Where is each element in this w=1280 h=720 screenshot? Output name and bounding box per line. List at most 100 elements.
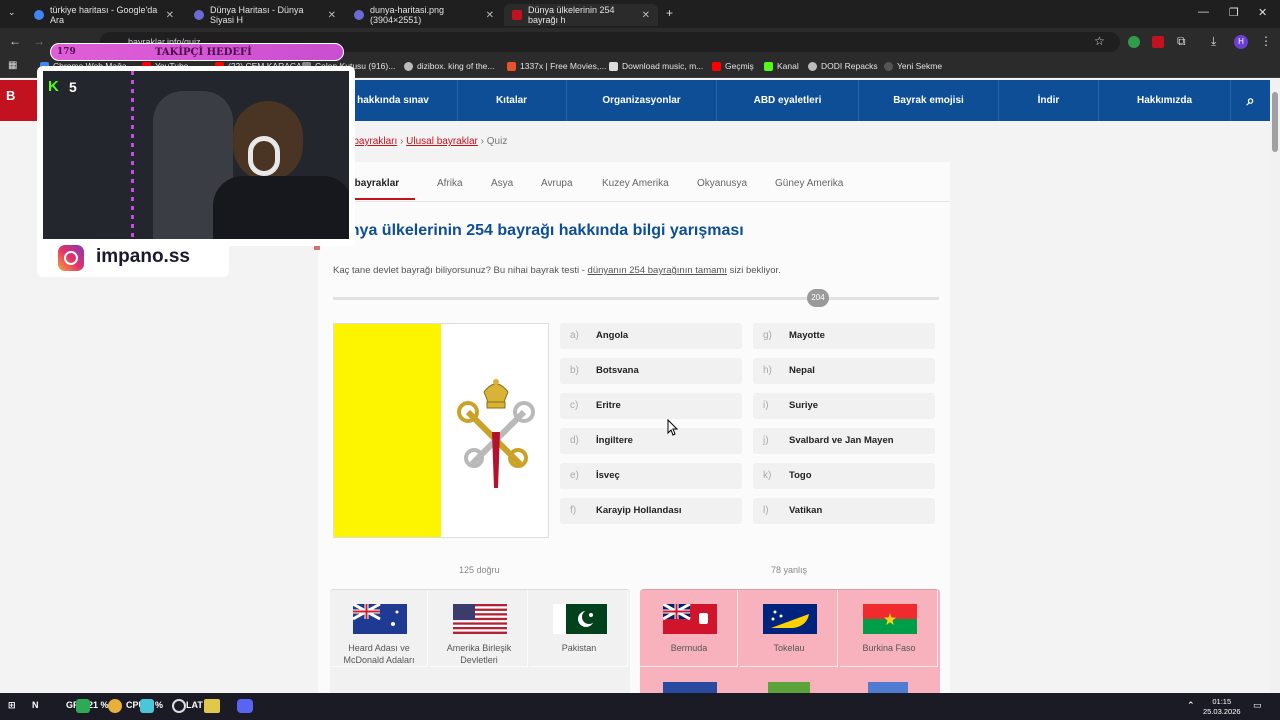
folder-icon[interactable] [204, 699, 220, 713]
scrollbar-thumb[interactable] [1272, 92, 1278, 152]
bookmark-star-icon[interactable]: ☆ [1094, 34, 1105, 48]
flag-partial [868, 682, 908, 693]
tab-flag-quiz[interactable]: Dünya ülkelerinin 254 bayrağı h ✕ [504, 4, 658, 26]
new-tab-icon[interactable]: + [666, 6, 673, 20]
breadcrumb-link-national[interactable]: Ulusal bayraklar [406, 136, 478, 147]
answer-option[interactable]: h) Nepal [753, 358, 935, 384]
option-label: Mayotte [789, 330, 825, 341]
back-icon[interactable]: ← [9, 34, 21, 48]
maximize-icon[interactable]: ❐ [1229, 6, 1239, 19]
site-logo[interactable]: B [0, 80, 40, 121]
correct-count: 125 doğru [459, 565, 500, 575]
bookmark-item[interactable]: Yeni Sekme [884, 61, 942, 71]
answer-option[interactable]: i) Suriye [753, 393, 935, 419]
app-icon[interactable] [140, 699, 154, 713]
app-icon[interactable] [76, 699, 90, 713]
logo-text: B [6, 88, 16, 103]
system-clock[interactable]: 01:15 25.03.2026 [1203, 697, 1241, 717]
close-icon[interactable]: ✕ [166, 10, 174, 21]
page-scrollbar[interactable] [1270, 80, 1280, 693]
bookmark-item[interactable]: Download music, m... [609, 61, 703, 71]
menu-icon[interactable]: ⋮ [1260, 34, 1272, 48]
nav-item-download[interactable]: İndir [998, 80, 1098, 121]
apps-grid-icon[interactable]: ▦ [8, 60, 17, 71]
webcam-feed [43, 71, 349, 239]
quiz-description: Kaç tane devlet bayrağı biliyorsunuz? Bu… [333, 265, 781, 276]
nav-label: Bayrak emojisi [893, 95, 964, 106]
tab-north-america[interactable]: Kuzey Amerika [602, 178, 669, 189]
tab-search-icon[interactable]: ⌄ [8, 7, 16, 18]
nav-item-flag-emoji[interactable]: Bayrak emojisi [858, 80, 998, 121]
question-flag [333, 323, 549, 538]
option-label: Suriye [789, 400, 819, 411]
tray-chevron-icon[interactable]: ⌃ [1187, 700, 1195, 711]
bookmark-item[interactable]: DODI Repacks [808, 61, 878, 71]
bookmark-item[interactable]: Kanal [764, 61, 799, 71]
discord-icon[interactable] [237, 699, 253, 713]
forward-icon[interactable]: → [33, 34, 45, 48]
nav-item-organizations[interactable]: Organizasyonlar [566, 80, 716, 121]
nav-label: ABD eyaletleri [753, 95, 822, 106]
breadcrumb-separator: › [400, 136, 404, 147]
tab-title: Dünya ülkelerinin 254 bayrağı h [528, 5, 615, 25]
answer-option[interactable]: e) İsveç [560, 463, 742, 489]
tab-oceania[interactable]: Okyanusya [697, 178, 747, 189]
tab-europe[interactable]: Avrupa [541, 178, 573, 189]
close-icon[interactable]: ✕ [328, 10, 336, 21]
desc-link[interactable]: dünyanın 254 bayrağının tamamı [588, 265, 727, 276]
bookmark-item[interactable]: dizibox. king of the... [404, 61, 495, 71]
tab-asia[interactable]: Asya [491, 178, 513, 189]
start-icon[interactable]: ⊞ [8, 700, 16, 711]
answer-option[interactable]: d) İngiltere [560, 428, 742, 454]
option-label: Angola [596, 330, 629, 341]
extension-icon[interactable] [1128, 36, 1140, 48]
correct-flag-item: Amerika Birleşik Devletleri [430, 590, 528, 667]
bookmark-item[interactable]: 1337x | Free Movies,... [507, 61, 606, 71]
instagram-icon [58, 245, 84, 271]
flag-yellow-stripe [334, 324, 441, 537]
gpu-value: 21 % [88, 700, 109, 710]
tab-south-america[interactable]: Güney Amerika [775, 178, 843, 189]
search-icon[interactable]: ⌕ [1230, 80, 1270, 121]
tab-map-image[interactable]: dunya-haritasi.png (3904×2551) ✕ [346, 4, 502, 26]
bookmark-item[interactable]: Geçmiş [712, 61, 754, 71]
globe-icon [404, 61, 413, 71]
tab-africa[interactable]: Afrika [437, 178, 463, 189]
window-close-icon[interactable]: ✕ [1258, 6, 1267, 19]
close-icon[interactable]: ✕ [642, 10, 650, 21]
option-label: Nepal [789, 365, 815, 376]
tab-world-map[interactable]: Dünya Haritası - Dünya Siyasi H ✕ [186, 4, 344, 26]
nav-item-continents[interactable]: Kıtalar [457, 80, 565, 121]
chrome-taskbar-icon[interactable] [108, 699, 122, 713]
nvidia-icon[interactable]: N [32, 700, 39, 710]
flag-usa [453, 604, 507, 634]
close-icon[interactable]: ✕ [486, 10, 494, 21]
profile-avatar[interactable]: H [1234, 35, 1248, 49]
option-letter: c) [570, 400, 579, 411]
option-label: İsveç [596, 470, 620, 481]
kick-icon [764, 61, 773, 71]
answer-option[interactable]: a) Angola [560, 323, 742, 349]
flag-partial [768, 682, 810, 693]
answer-option[interactable]: k) Togo [753, 463, 935, 489]
extensions-puzzle-icon[interactable]: ⧉ [1177, 34, 1186, 49]
breadcrumb-current: Quiz [486, 136, 508, 147]
answer-option[interactable]: l) Vatikan [753, 498, 935, 524]
kick-logo: K [48, 78, 59, 95]
nav-item-us-states[interactable]: ABD eyaletleri [716, 80, 858, 121]
nav-item-about[interactable]: Hakkımızda [1098, 80, 1230, 121]
breadcrumb-separator: › [480, 136, 484, 147]
wrong-flag-item: Burkina Faso [840, 590, 938, 667]
answer-option[interactable]: c) Eritre [560, 393, 742, 419]
tab-google-search[interactable]: türkiye haritası - Google'da Ara ✕ [26, 4, 182, 26]
minimize-icon[interactable]: — [1198, 6, 1209, 18]
answer-option[interactable]: f) Karayip Hollandası [560, 498, 742, 524]
answer-option[interactable]: b) Botsvana [560, 358, 742, 384]
notification-icon[interactable]: ▭ [1253, 700, 1262, 711]
obs-icon[interactable] [172, 699, 186, 713]
download-icon[interactable]: ⤓ [1211, 34, 1216, 49]
extension-icon[interactable] [1152, 36, 1164, 48]
answer-option[interactable]: g) Mayotte [753, 323, 935, 349]
flag-burkina-faso [863, 604, 917, 634]
answer-option[interactable]: j) Svalbard ve Jan Mayen [753, 428, 935, 454]
